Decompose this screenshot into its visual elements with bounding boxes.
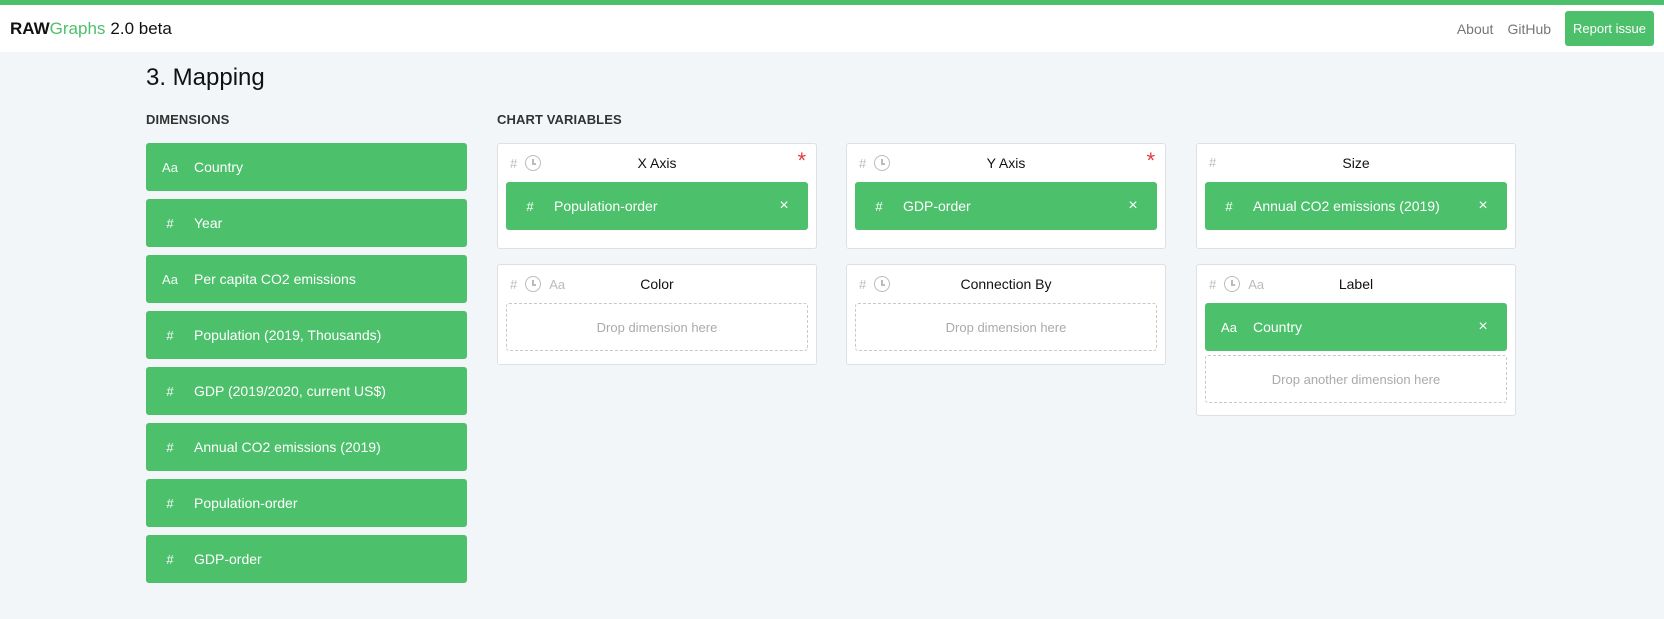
mapped-dimension-chip[interactable]: # GDP-order × (855, 182, 1157, 230)
text-type-icon: Aa (549, 276, 566, 292)
hash-icon: # (1209, 155, 1217, 170)
chip-label: Country (1253, 319, 1303, 335)
dimension-item[interactable]: # GDP-order (146, 535, 467, 583)
clock-icon (525, 155, 542, 171)
hash-icon: # (510, 276, 518, 292)
dimension-label: GDP (2019/2020, current US$) (194, 383, 386, 399)
hash-icon: # (859, 276, 867, 292)
accepted-types: # (510, 155, 542, 171)
accepted-types: # (859, 276, 891, 292)
dimension-type-icon: # (166, 551, 174, 567)
report-issue-button[interactable]: Report issue (1565, 11, 1654, 46)
nav-github-link[interactable]: GitHub (1507, 21, 1551, 37)
card-title: Color (640, 276, 674, 292)
card-title: X Axis (637, 155, 677, 171)
required-asterisk-icon: * (797, 148, 806, 173)
dimension-type-icon: # (166, 327, 174, 343)
clock-icon (525, 276, 542, 292)
card-title: Label (1338, 276, 1374, 292)
dimension-item[interactable]: # GDP (2019/2020, current US$) (146, 367, 467, 415)
y-axis-card: # Y Axis * # GDP-order × (846, 143, 1166, 249)
mapped-dimension-chip[interactable]: # Annual CO2 emissions (2019) × (1205, 182, 1507, 230)
chip-label: Annual CO2 emissions (2019) (1253, 198, 1440, 214)
dimension-type-icon: # (166, 495, 174, 511)
hash-icon: # (526, 198, 534, 214)
card-title: Connection By (960, 276, 1052, 292)
color-card: # Aa Color Drop dimension here (497, 264, 817, 365)
dimensions-list: Aa Country # Year Aa Per capita CO2 emis… (146, 143, 467, 583)
dimension-label: GDP-order (194, 551, 262, 567)
card-header: # Size (1197, 144, 1515, 182)
card-header: # Aa Label (1197, 265, 1515, 303)
hash-icon: # (510, 155, 518, 171)
dimensions-heading: DIMENSIONS (146, 112, 230, 127)
dimension-label: Population-order (194, 495, 298, 511)
top-navbar: RAW Graphs 2.0 beta About GitHub Report is… (0, 0, 1664, 52)
connection-by-card: # Connection By Drop dimension here (846, 264, 1166, 365)
dimension-label: Population (2019, Thousands) (194, 327, 382, 343)
close-icon[interactable]: × (1459, 197, 1507, 215)
app-logo[interactable]: RAW Graphs 2.0 beta (10, 19, 172, 39)
chip-label: Population-order (554, 198, 658, 214)
accepted-types: # Aa (1209, 276, 1264, 292)
text-type-icon: Aa (1248, 276, 1265, 292)
dimension-label: Year (194, 215, 223, 231)
hash-icon: # (859, 155, 867, 171)
hash-icon: # (1225, 198, 1233, 214)
card-header: # Connection By (847, 265, 1165, 303)
mapped-dimension-chip[interactable]: # Population-order × (506, 182, 808, 230)
dimension-item[interactable]: # Annual CO2 emissions (2019) (146, 423, 467, 471)
dimension-type-icon: Aa (162, 271, 178, 287)
card-header: # Aa Color (498, 265, 816, 303)
clock-icon (874, 276, 891, 292)
clock-icon (1224, 276, 1241, 292)
dimension-item[interactable]: # Population-order (146, 479, 467, 527)
accepted-types: # (1209, 155, 1216, 170)
card-title: Y Axis (986, 155, 1026, 171)
size-card: # Size # Annual CO2 emissions (2019) × (1196, 143, 1516, 249)
dimension-item[interactable]: Aa Country (146, 143, 467, 191)
chart-variables-heading: CHART VARIABLES (497, 112, 622, 127)
card-title: Size (1342, 155, 1370, 171)
dimension-type-icon: # (166, 439, 174, 455)
drop-zone[interactable]: Drop dimension here (506, 303, 808, 351)
dimension-item[interactable]: Aa Per capita CO2 emissions (146, 255, 467, 303)
dimension-type-icon: # (166, 383, 174, 399)
dimension-type-icon: # (166, 215, 174, 231)
nav-about-link[interactable]: About (1457, 21, 1494, 37)
chip-label: GDP-order (903, 198, 971, 214)
clock-icon (874, 155, 891, 171)
x-axis-card: # X Axis * # Population-order × (497, 143, 817, 249)
dimension-label: Per capita CO2 emissions (194, 271, 356, 287)
brand-raw: RAW (10, 18, 50, 38)
text-type-icon: Aa (1221, 319, 1237, 335)
brand-graphs: Graphs (49, 18, 106, 38)
mapped-dimension-chip[interactable]: Aa Country × (1205, 303, 1507, 351)
drop-zone[interactable]: Drop another dimension here (1205, 355, 1507, 403)
nav-links: About GitHub Report issue (1457, 11, 1654, 46)
close-icon[interactable]: × (1459, 318, 1507, 336)
accepted-types: # Aa (510, 276, 565, 292)
hash-icon: # (1209, 276, 1217, 292)
dimension-label: Annual CO2 emissions (2019) (194, 439, 381, 455)
card-header: # X Axis * (498, 144, 816, 182)
page-title: 3. Mapping (146, 64, 265, 91)
card-header: # Y Axis * (847, 144, 1165, 182)
dimension-item[interactable]: # Population (2019, Thousands) (146, 311, 467, 359)
close-icon[interactable]: × (760, 197, 808, 215)
drop-zone[interactable]: Drop dimension here (855, 303, 1157, 351)
close-icon[interactable]: × (1109, 197, 1157, 215)
brand-version: 2.0 beta (110, 18, 172, 38)
required-asterisk-icon: * (1146, 148, 1155, 173)
hash-icon: # (875, 198, 883, 214)
dimension-label: Country (194, 159, 244, 175)
dimension-item[interactable]: # Year (146, 199, 467, 247)
label-card: # Aa Label Aa Country × Drop another dim… (1196, 264, 1516, 416)
accepted-types: # (859, 155, 891, 171)
dimension-type-icon: Aa (162, 159, 178, 175)
